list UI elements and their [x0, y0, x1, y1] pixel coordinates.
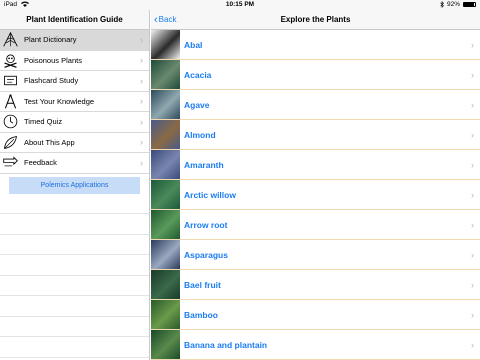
- empty-row: [0, 337, 149, 358]
- empty-row: [0, 235, 149, 255]
- chevron-right-icon: ›: [471, 249, 474, 260]
- leaf-icon: [0, 132, 20, 152]
- chevron-right-icon: ›: [471, 159, 474, 170]
- plant-row[interactable]: Arrow root ›: [151, 210, 480, 240]
- plant-name: Abal: [184, 39, 203, 50]
- back-label: Back: [158, 15, 177, 24]
- chevron-right-icon: ›: [140, 75, 143, 86]
- battery-percent: 92%: [446, 1, 460, 8]
- bluetooth-icon: [440, 1, 444, 8]
- menu-list: Plant Dictionary › Poisonous Plants › Fl…: [0, 30, 149, 174]
- plant-thumbnail: [151, 300, 180, 329]
- chevron-right-icon: ›: [140, 55, 143, 66]
- empty-row: [0, 194, 149, 214]
- detail-nav-bar: ‹Back Explore the Plants: [151, 10, 480, 30]
- menu-item-poisonous-plants[interactable]: Poisonous Plants ›: [0, 50, 149, 71]
- plant-thumbnail: [151, 120, 180, 149]
- plant-name: Arrow root: [184, 219, 228, 230]
- plant-row[interactable]: Banana and plantain ›: [151, 330, 480, 360]
- empty-row: [0, 296, 149, 317]
- plant-thumbnail: [151, 180, 180, 209]
- feedback-icon: [0, 153, 20, 173]
- compass-icon: [0, 91, 20, 111]
- plant-list: Abal › Acacia › Agave › Almond › Amaranth › Arctic…: [151, 30, 480, 360]
- plant-row[interactable]: Abal ›: [151, 30, 480, 60]
- chevron-right-icon: ›: [471, 279, 474, 290]
- plant-name: Agave: [184, 99, 210, 110]
- chevron-right-icon: ›: [140, 157, 143, 168]
- chevron-right-icon: ›: [471, 189, 474, 200]
- menu-item-label: Poisonous Plants: [24, 55, 82, 65]
- plant-thumbnail: [151, 330, 180, 359]
- plant-name: Amaranth: [184, 159, 224, 170]
- chevron-right-icon: ›: [140, 137, 143, 148]
- plant-row[interactable]: Amaranth ›: [151, 150, 480, 180]
- battery-level: [464, 3, 475, 6]
- menu-item-plant-dictionary[interactable]: Plant Dictionary ›: [0, 30, 149, 51]
- empty-rows: [0, 194, 149, 358]
- menu-item-label: Feedback: [24, 158, 57, 168]
- chevron-right-icon: ›: [471, 99, 474, 110]
- detail-panel: ‹Back Explore the Plants Abal › Acacia › Aga…: [151, 10, 480, 360]
- chevron-right-icon: ›: [140, 34, 143, 45]
- plant-thumbnail: [151, 150, 180, 179]
- empty-row: [0, 317, 149, 337]
- menu-item-flashcard-study[interactable]: Flashcard Study ›: [0, 71, 149, 92]
- plant-name: Bael fruit: [184, 279, 221, 290]
- empty-row: [0, 255, 149, 276]
- plant-row[interactable]: Almond ›: [151, 120, 480, 150]
- status-right: 92%: [440, 1, 476, 8]
- plant-thumbnail: [151, 30, 180, 59]
- plant-name: Banana and plantain: [184, 339, 268, 350]
- status-bar: iPad 10:15 PM 92%: [0, 0, 480, 10]
- plant-icon: [0, 30, 20, 50]
- chevron-right-icon: ›: [140, 96, 143, 107]
- menu-item-label: Test Your Knowledge: [24, 96, 95, 106]
- chevron-right-icon: ›: [140, 116, 143, 127]
- flashcard-icon: [0, 71, 20, 91]
- plant-row[interactable]: Bamboo ›: [151, 300, 480, 330]
- empty-row: [0, 214, 149, 235]
- back-button[interactable]: ‹Back: [154, 10, 176, 30]
- plant-row[interactable]: Bael fruit ›: [151, 270, 480, 300]
- status-time: 10:15 PM: [225, 1, 255, 8]
- chevron-right-icon: ›: [471, 129, 474, 140]
- plant-thumbnail: [151, 240, 180, 269]
- clock-icon: [0, 112, 20, 132]
- chevron-right-icon: ›: [471, 69, 474, 80]
- chevron-left-icon: ‹: [154, 14, 158, 26]
- plant-name: Asparagus: [184, 249, 228, 260]
- plant-thumbnail: [151, 210, 180, 239]
- plant-name: Bamboo: [184, 309, 218, 320]
- menu-item-label: Plant Dictionary: [24, 35, 77, 45]
- menu-item-timed-quiz[interactable]: Timed Quiz ›: [0, 112, 149, 133]
- menu-item-about-this-app[interactable]: About This App ›: [0, 132, 149, 153]
- plant-row[interactable]: Agave ›: [151, 90, 480, 120]
- plant-row[interactable]: Arctic willow ›: [151, 180, 480, 210]
- plant-name: Arctic willow: [184, 189, 236, 200]
- battery-icon: [463, 2, 476, 7]
- chevron-right-icon: ›: [471, 339, 474, 350]
- chevron-right-icon: ›: [471, 219, 474, 230]
- master-panel: Plant Identification Guide Plant Diction…: [0, 10, 150, 360]
- polemics-applications-button[interactable]: Polemics Applications: [9, 176, 140, 194]
- plant-thumbnail: [151, 60, 180, 89]
- plant-name: Acacia: [184, 69, 212, 80]
- menu-item-label: Flashcard Study: [24, 76, 79, 86]
- master-title: Plant Identification Guide: [0, 10, 149, 30]
- plant-thumbnail: [151, 90, 180, 119]
- menu-item-test-your-knowledge[interactable]: Test Your Knowledge ›: [0, 91, 149, 112]
- chevron-right-icon: ›: [471, 39, 474, 50]
- plant-row[interactable]: Asparagus ›: [151, 240, 480, 270]
- skull-crossbones-icon: [0, 50, 20, 70]
- plant-name: Almond: [184, 129, 216, 140]
- menu-item-label: Timed Quiz: [24, 117, 63, 127]
- chevron-right-icon: ›: [471, 309, 474, 320]
- plant-row[interactable]: Acacia ›: [151, 60, 480, 90]
- detail-title: Explore the Plants: [280, 15, 351, 24]
- menu-item-feedback[interactable]: Feedback ›: [0, 153, 149, 174]
- menu-item-label: About This App: [24, 137, 75, 147]
- empty-row: [0, 276, 149, 296]
- plant-thumbnail: [151, 270, 180, 299]
